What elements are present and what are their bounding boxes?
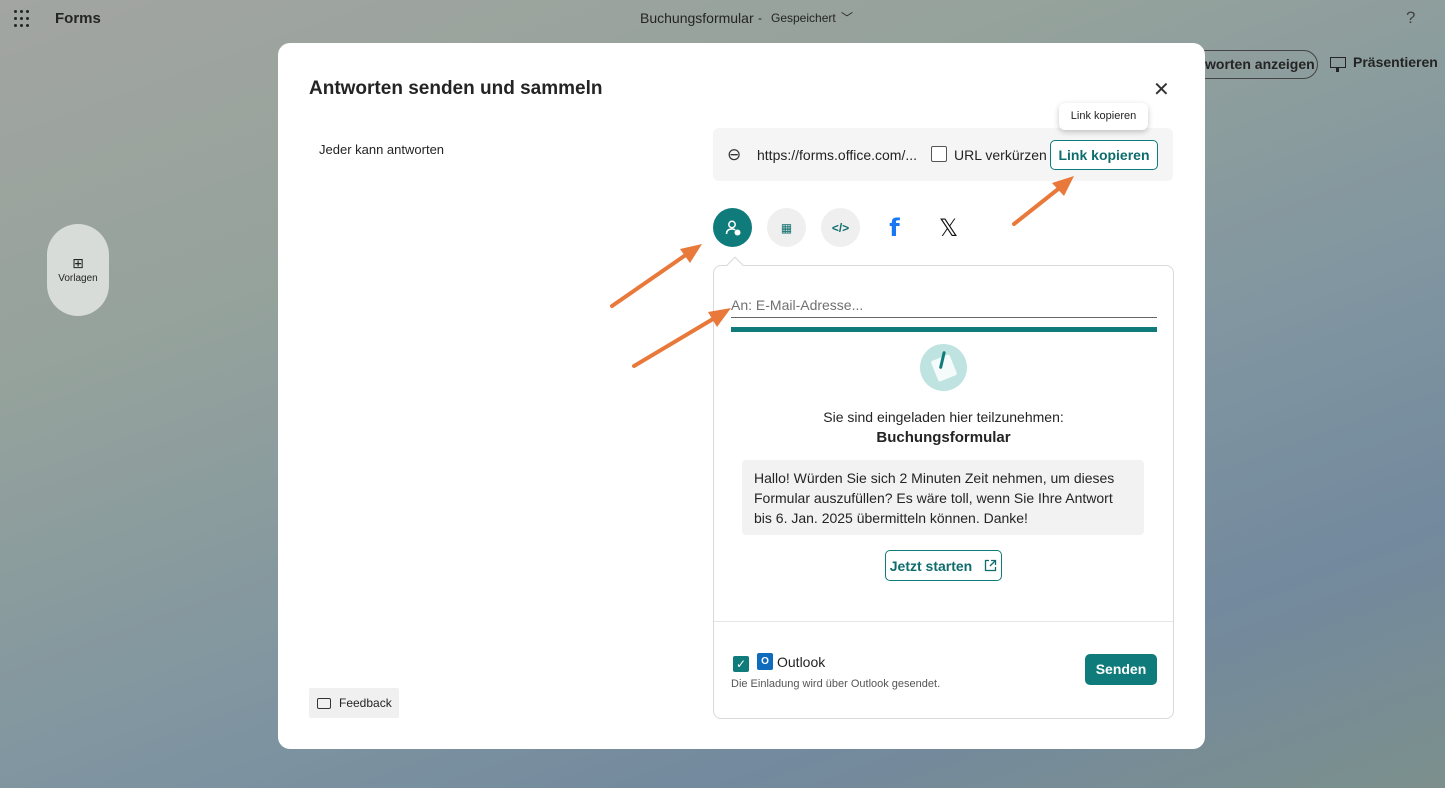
- x-icon[interactable]: 𝕏: [929, 208, 968, 247]
- feedback-label: Feedback: [339, 696, 392, 710]
- invite-form-name: Buchungsformular: [876, 429, 1011, 446]
- link-icon: ⊖: [727, 145, 742, 164]
- invitation-icon: [920, 344, 967, 391]
- facebook-icon[interactable]: f: [875, 208, 914, 247]
- outlook-checkbox[interactable]: ✓: [733, 656, 749, 672]
- outlook-icon: O: [757, 653, 773, 670]
- top-bar: Forms Buchungsformular - Gespeichert ﹀ ?: [0, 0, 1445, 40]
- preview-header-bar: [731, 327, 1157, 332]
- outlook-label: Outlook: [777, 654, 826, 670]
- qr-code-icon[interactable]: ▦: [767, 208, 806, 247]
- email-share-button[interactable]: [713, 208, 752, 247]
- dialog-title: Antworten senden und sammeln: [309, 78, 603, 99]
- chevron-down-icon[interactable]: ﹀: [841, 9, 853, 26]
- present-button[interactable]: Präsentieren: [1330, 54, 1438, 72]
- start-now-label: Jetzt starten: [889, 557, 973, 574]
- start-now-button[interactable]: Jetzt starten: [885, 550, 1002, 581]
- app-launcher-icon[interactable]: [14, 10, 32, 28]
- outlook-note: Die Einladung wird über Outlook gesendet…: [731, 678, 941, 690]
- link-box: ⊖ https://forms.office.com/... URL verkü…: [713, 128, 1173, 181]
- monitor-icon: [1330, 56, 1346, 72]
- help-icon[interactable]: ?: [1406, 8, 1415, 28]
- audience-setting[interactable]: Jeder kann antworten: [319, 142, 444, 157]
- app-name[interactable]: Forms: [55, 10, 101, 27]
- form-title[interactable]: Buchungsformular: [640, 10, 754, 26]
- divider: [714, 621, 1173, 622]
- share-dialog: Antworten senden und sammeln ✕ Jeder kan…: [278, 43, 1205, 749]
- link-url: https://forms.office.com/...: [757, 147, 918, 163]
- send-button[interactable]: Senden: [1085, 654, 1157, 685]
- email-invite-panel: Sie sind eingeladen hier teilzunehmen: B…: [713, 256, 1174, 719]
- embed-icon[interactable]: </>: [821, 208, 860, 247]
- close-icon[interactable]: ✕: [1153, 77, 1170, 102]
- email-address-input[interactable]: [731, 293, 1157, 318]
- present-label: Präsentieren: [1353, 54, 1438, 70]
- title-separator: -: [758, 11, 762, 25]
- person-mail-icon: [725, 220, 740, 235]
- feedback-icon: [317, 697, 331, 709]
- save-status: Gespeichert: [771, 11, 836, 25]
- layout-grid-icon: ⊞: [72, 255, 84, 271]
- open-external-icon: [985, 559, 997, 572]
- copy-link-tooltip: Link kopieren: [1059, 103, 1148, 130]
- shorten-url-label[interactable]: URL verkürzen: [954, 147, 1047, 163]
- templates-label: Vorlagen: [58, 273, 98, 284]
- invite-message[interactable]: Hallo! Würden Sie sich 2 Minuten Zeit ne…: [742, 460, 1144, 535]
- copy-link-button[interactable]: Link kopieren: [1050, 140, 1158, 170]
- panel-pointer: [726, 256, 744, 274]
- templates-button[interactable]: ⊞ Vorlagen: [47, 224, 109, 316]
- share-methods: ▦ </> f 𝕏: [713, 208, 1013, 248]
- feedback-button[interactable]: Feedback: [309, 688, 399, 718]
- invited-text: Sie sind eingeladen hier teilzunehmen:: [823, 409, 1064, 425]
- shorten-url-checkbox[interactable]: [931, 146, 947, 162]
